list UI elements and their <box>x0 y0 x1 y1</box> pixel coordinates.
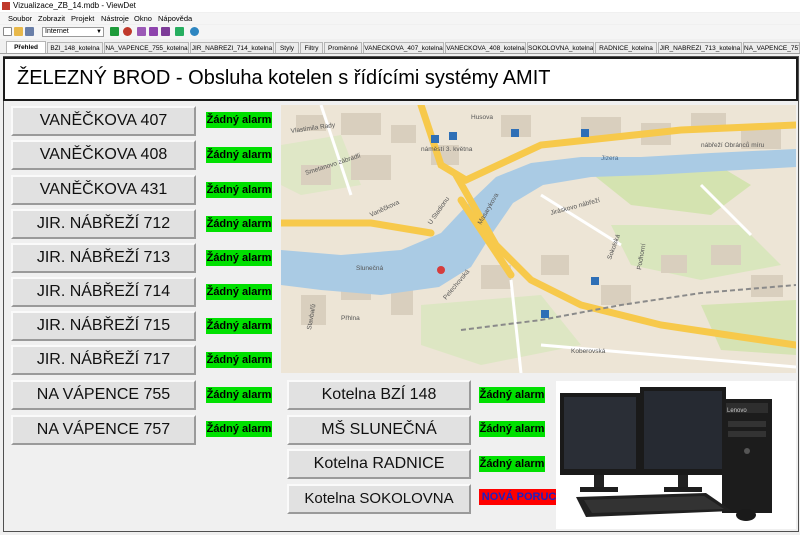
map-label-slunecna: Slunečná <box>356 265 383 272</box>
stop-icon[interactable] <box>123 27 132 36</box>
tab-styly[interactable]: Styly <box>275 42 299 53</box>
help-icon[interactable] <box>190 27 199 36</box>
station-button-vaneckova-408[interactable]: VANĚČKOVA 408 <box>11 140 196 170</box>
tab-sokolovna[interactable]: SOKOLOVNA_kotelna <box>527 42 594 53</box>
status-badge-kotelna-radnice: Žádný alarm <box>479 456 545 472</box>
menu-okno[interactable]: Okno <box>134 13 152 24</box>
map-label-koberovska: Koberovská <box>571 348 606 355</box>
status-badge-kotelna-bzi-148: Žádný alarm <box>479 387 545 403</box>
tool-icon-2[interactable] <box>149 27 158 36</box>
export-icon[interactable] <box>175 27 184 36</box>
station-button-ms-slunecna[interactable]: MŠ SLUNEČNÁ <box>287 415 471 445</box>
zone-select[interactable]: Internet ▼ <box>42 27 104 37</box>
menu-nastroje[interactable]: Nástroje <box>101 13 129 24</box>
tab-filtry[interactable]: Filtry <box>300 42 323 53</box>
station-button-kotelna-radnice[interactable]: Kotelna RADNICE <box>287 449 471 479</box>
station-button-vaneckova-407[interactable]: VANĚČKOVA 407 <box>11 106 196 136</box>
tab-prehled[interactable]: Přehled <box>6 41 46 53</box>
new-file-icon[interactable] <box>3 27 12 36</box>
window-title: Vizualizace_ZB_14.mdb - ViewDet <box>13 1 136 10</box>
city-map: Vlastimila Rady náměstí 3. května Husova… <box>281 105 796 373</box>
run-icon[interactable] <box>110 27 119 36</box>
pc-brand: Lenovo <box>727 408 747 414</box>
station-button-jir-nabrezi-712[interactable]: JIR. NÁBŘEŽÍ 712 <box>11 209 196 239</box>
map-label-nabrezi-obrancu-miru: nábřeží Obránců míru <box>701 141 765 149</box>
menu-zobrazit[interactable]: Zobrazit <box>38 13 65 24</box>
station-button-kotelna-bzi-148[interactable]: Kotelna BZÍ 148 <box>287 380 471 410</box>
tab-na-vapence-755[interactable]: NA_VAPENCE_755_kotelna <box>104 42 189 53</box>
tab-strip: Přehled BZI_148_kotelna NA_VAPENCE_755_k… <box>0 41 800 54</box>
status-badge-vaneckova-407: Žádný alarm <box>206 112 272 128</box>
status-badge-na-vapence-755: Žádný alarm <box>206 387 272 403</box>
menu-soubor[interactable]: Soubor <box>8 13 32 24</box>
tab-bzi-148[interactable]: BZI_148_kotelna <box>47 42 103 53</box>
station-button-jir-nabrezi-717[interactable]: JIR. NÁBŘEŽÍ 717 <box>11 345 196 375</box>
map-label-namesti: náměstí 3. května <box>421 146 473 153</box>
status-badge-jir-nabrezi-712: Žádný alarm <box>206 216 272 232</box>
tab-vaneckova-408[interactable]: VANECKOVA_408_kotelna <box>445 42 526 53</box>
tab-jir-nabrezi-714[interactable]: JIR_NABREZI_714_kotelna <box>190 42 274 53</box>
status-badge-jir-nabrezi-715: Žádný alarm <box>206 318 272 334</box>
station-button-jir-nabrezi-714[interactable]: JIR. NÁBŘEŽÍ 714 <box>11 277 196 307</box>
tab-vaneckova-407[interactable]: VANECKOVA_407_kotelna <box>363 42 444 53</box>
status-badge-vaneckova-408: Žádný alarm <box>206 147 272 163</box>
menu-napoveda[interactable]: Nápověda <box>158 13 192 24</box>
title-bar: Vizualizace_ZB_14.mdb - ViewDet <box>0 0 800 12</box>
station-button-na-vapence-757[interactable]: NA VÁPENCE 757 <box>11 415 196 445</box>
status-badge-jir-nabrezi-714: Žádný alarm <box>206 284 272 300</box>
computer-icon: Lenovo <box>560 387 772 521</box>
app-icon <box>2 2 10 10</box>
station-button-jir-nabrezi-715[interactable]: JIR. NÁBŘEŽÍ 715 <box>11 311 196 341</box>
page-header: ŽELEZNÝ BROD - Obsluha kotelen s řídícím… <box>3 57 798 101</box>
tool-icon-3[interactable] <box>161 27 170 36</box>
toolbar: Internet ▼ <box>0 25 800 39</box>
menu-projekt[interactable]: Projekt <box>71 13 94 24</box>
chevron-down-icon: ▼ <box>96 29 102 35</box>
station-button-kotelna-sokolovna[interactable]: Kotelna SOKOLOVNA <box>287 484 471 514</box>
app-window: Vizualizace_ZB_14.mdb - ViewDet Soubor Z… <box>0 0 800 535</box>
tab-radnice[interactable]: RADNICE_kotelna <box>595 42 657 53</box>
status-badge-na-vapence-757: Žádný alarm <box>206 421 272 437</box>
map-label-husova: Husova <box>471 114 493 121</box>
station-button-vaneckova-431[interactable]: VANĚČKOVA 431 <box>11 175 196 205</box>
status-badge-vaneckova-431: Žádný alarm <box>206 182 272 198</box>
map-graphic: Vlastimila Rady náměstí 3. května Husova… <box>281 105 796 373</box>
station-button-na-vapence-755[interactable]: NA VÁPENCE 755 <box>11 380 196 410</box>
tab-promenne[interactable]: Proměnné <box>324 42 362 53</box>
station-button-jir-nabrezi-713[interactable]: JIR. NÁBŘEŽÍ 713 <box>11 243 196 273</box>
open-folder-icon[interactable] <box>14 27 23 36</box>
menu-bar: Soubor Zobrazit Projekt Nástroje Okno Ná… <box>0 13 800 24</box>
status-badge-jir-nabrezi-713: Žádný alarm <box>206 250 272 266</box>
page-title: ŽELEZNÝ BROD - Obsluha kotelen s řídícím… <box>17 67 551 89</box>
status-badge-ms-slunecna: Žádný alarm <box>479 421 545 437</box>
tab-jir-nabrezi-713[interactable]: JIR_NABREZI_713_kotelna <box>658 42 742 53</box>
tool-icon-1[interactable] <box>137 27 146 36</box>
map-label-jizera: Jizera <box>601 155 619 162</box>
status-badge-jir-nabrezi-717: Žádný alarm <box>206 352 272 368</box>
save-icon[interactable] <box>25 27 34 36</box>
computer-illustration: Lenovo <box>556 381 796 529</box>
tab-na-vapence-757[interactable]: NA_VAPENCE_757 <box>743 42 800 53</box>
map-label-prhlna: Přhlna <box>341 315 360 322</box>
zone-select-value: Internet <box>45 28 69 35</box>
